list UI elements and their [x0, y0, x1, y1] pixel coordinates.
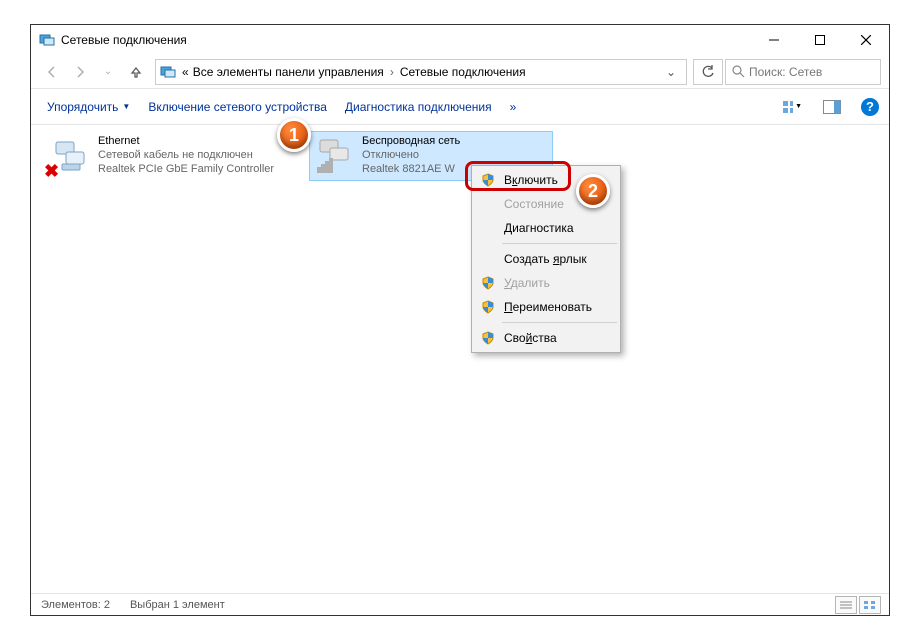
adapter-status: Отключено [362, 148, 460, 162]
wireless-adapter-icon [310, 132, 358, 180]
forward-button[interactable] [67, 59, 93, 85]
refresh-button[interactable] [693, 59, 723, 85]
help-button[interactable]: ? [861, 98, 879, 116]
item-count: Элементов: 2 [41, 599, 110, 611]
ctx-properties[interactable]: Свойства [474, 326, 618, 350]
context-separator [502, 322, 617, 323]
command-bar: Упорядочить ▼ Включение сетевого устройс… [31, 89, 889, 125]
minimize-button[interactable] [751, 25, 797, 55]
diagnose-command[interactable]: Диагностика подключения [345, 100, 492, 114]
overflow-chevron[interactable]: » [510, 100, 517, 114]
breadcrumb-item-2[interactable]: Сетевые подключения [398, 65, 528, 79]
enable-device-label: Включение сетевого устройства [148, 100, 327, 114]
adapter-ethernet-info: Ethernet Сетевой кабель не подключен Rea… [98, 132, 274, 180]
adapter-device: Realtek 8821AE W [362, 162, 460, 176]
selection-count: Выбран 1 элемент [130, 599, 225, 611]
adapter-name: Ethernet [98, 134, 274, 148]
address-dropdown-icon[interactable]: ⌄ [660, 65, 682, 79]
disconnected-x-icon: ✖ [44, 161, 59, 182]
content-area[interactable]: ✖ Ethernet Сетевой кабель не подключен R… [31, 125, 889, 595]
ctx-rename[interactable]: Переименовать [474, 295, 618, 319]
breadcrumb-separator: › [386, 65, 398, 79]
control-panel-network-icon [39, 32, 55, 48]
search-icon [732, 65, 745, 78]
adapter-status: Сетевой кабель не подключен [98, 148, 274, 162]
callout-1: 1 [277, 118, 311, 152]
ctx-status-label: Состояние [504, 197, 564, 211]
details-view-button[interactable] [835, 596, 857, 614]
shield-icon [480, 299, 496, 315]
ctx-create-shortcut[interactable]: Создать ярлык [474, 247, 618, 271]
adapter-wireless-info: Беспроводная сеть Отключено Realtek 8821… [362, 132, 460, 180]
breadcrumb-prefix: « [180, 65, 191, 79]
status-bar: Элементов: 2 Выбран 1 элемент [31, 593, 889, 615]
shield-icon [480, 275, 496, 291]
shield-icon [480, 172, 496, 188]
back-button[interactable] [39, 59, 65, 85]
view-options-button[interactable]: ▼ [781, 96, 803, 118]
recent-dropdown[interactable]: ⌄ [95, 59, 121, 85]
ctx-enable-label: Включить [504, 173, 558, 187]
window-title: Сетевые подключения [61, 33, 751, 47]
up-button[interactable] [123, 59, 149, 85]
search-box[interactable]: Поиск: Сетев [725, 59, 881, 85]
breadcrumb-item-1[interactable]: Все элементы панели управления [191, 65, 386, 79]
large-icons-view-button[interactable] [859, 596, 881, 614]
ethernet-adapter-icon: ✖ [46, 132, 94, 180]
address-bar[interactable]: « Все элементы панели управления › Сетев… [155, 59, 687, 85]
ctx-delete-label: Удалить [504, 276, 550, 290]
ctx-diagnostics[interactable]: Диагностика [474, 216, 618, 240]
callout-2: 2 [576, 174, 610, 208]
adapter-device: Realtek PCIe GbE Family Controller [98, 162, 274, 176]
chevron-down-icon: ▼ [122, 102, 130, 111]
titlebar: Сетевые подключения [31, 25, 889, 55]
adapter-name: Беспроводная сеть [362, 134, 460, 148]
preview-pane-button[interactable] [821, 96, 843, 118]
ctx-shortcut-label: Создать ярлык [504, 252, 587, 266]
navigation-bar: ⌄ « Все элементы панели управления › Сет… [31, 55, 889, 89]
chevron-down-icon: ▼ [795, 103, 802, 110]
window-controls [751, 25, 889, 55]
window: Сетевые подключения ⌄ [30, 24, 890, 616]
network-connections-icon [160, 64, 176, 80]
maximize-button[interactable] [797, 25, 843, 55]
close-button[interactable] [843, 25, 889, 55]
search-placeholder: Поиск: Сетев [749, 65, 822, 79]
ctx-delete: Удалить [474, 271, 618, 295]
context-separator [502, 243, 617, 244]
ctx-diagnostics-label: Диагностика [504, 221, 574, 235]
organize-menu[interactable]: Упорядочить ▼ [47, 100, 130, 114]
enable-device-command[interactable]: Включение сетевого устройства [148, 100, 327, 114]
diagnose-label: Диагностика подключения [345, 100, 492, 114]
shield-icon [480, 330, 496, 346]
ctx-rename-label: Переименовать [504, 300, 592, 314]
ctx-properties-label: Свойства [504, 331, 557, 345]
organize-label: Упорядочить [47, 100, 118, 114]
adapter-ethernet[interactable]: ✖ Ethernet Сетевой кабель не подключен R… [45, 131, 305, 181]
